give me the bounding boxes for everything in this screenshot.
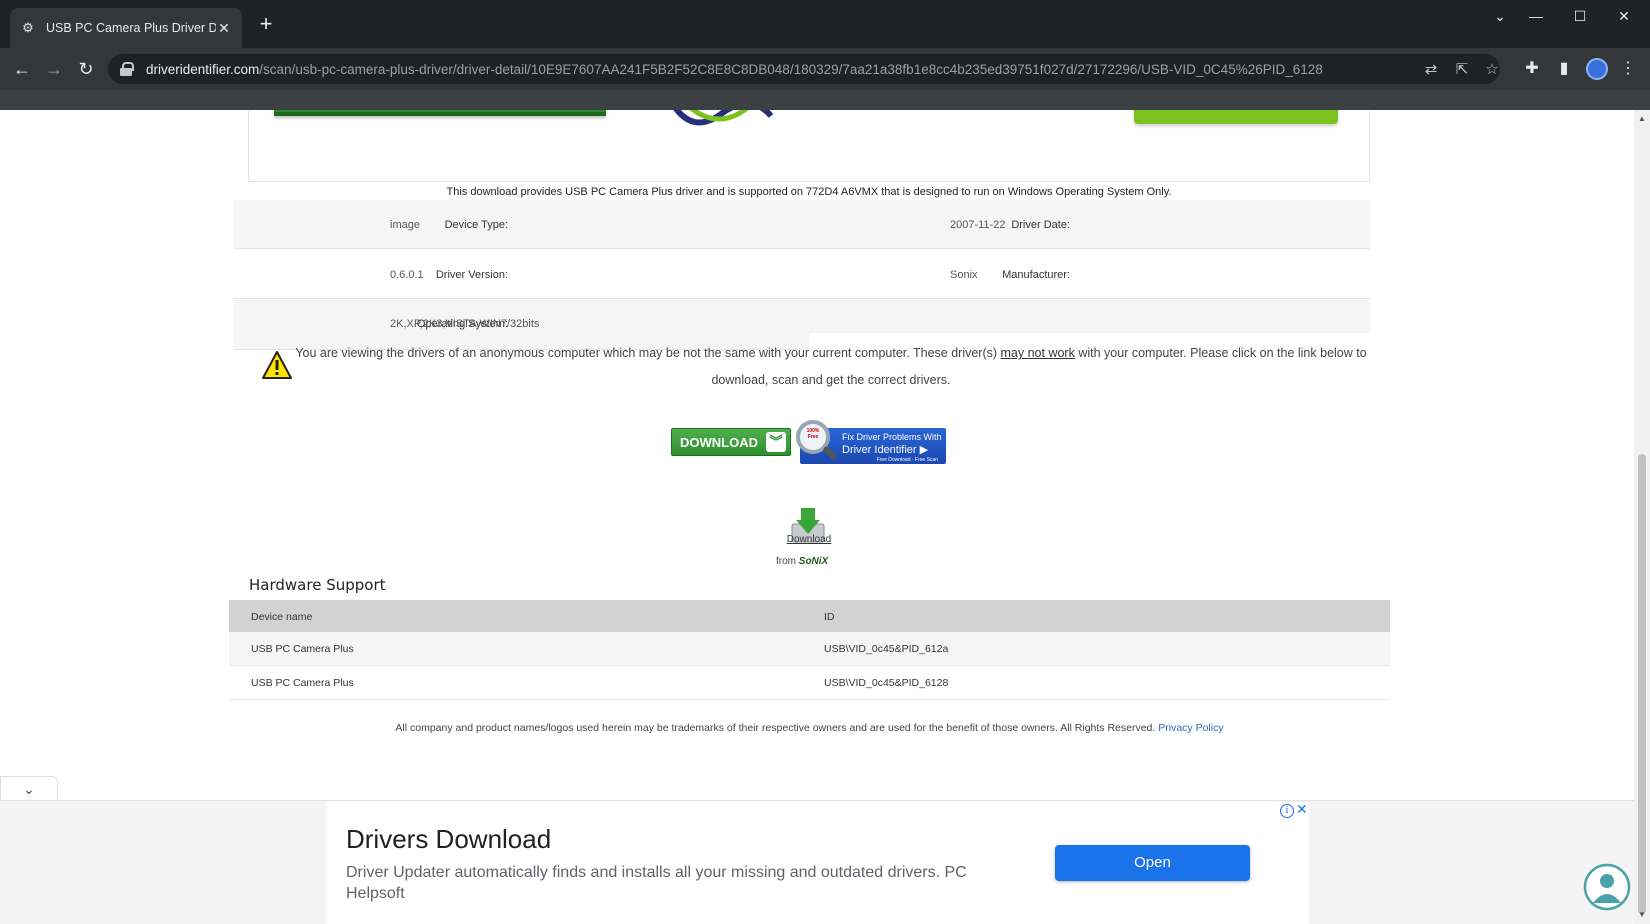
new-tab-icon[interactable]: +	[254, 12, 278, 36]
extensions-icon[interactable]: ✚	[1520, 57, 1544, 81]
sonix-logo: SoNiX	[798, 556, 829, 567]
from-sonix: from SoNiX	[776, 556, 829, 567]
download-button-label: DOWNLOAD	[680, 434, 758, 450]
ad-info-icon[interactable]: i	[1280, 804, 1294, 818]
col-device-name: Device name	[251, 611, 313, 623]
device-name-cell: USB PC Camera Plus	[251, 643, 354, 655]
translate-icon[interactable]: ⇄	[1421, 60, 1441, 78]
ad-close-icon[interactable]: ✕	[1296, 801, 1308, 818]
profile-avatar[interactable]	[1586, 58, 1608, 80]
device-id-cell: USB\VID_0c45&PID_612a	[824, 643, 949, 655]
device-name-cell: USB PC Camera Plus	[251, 677, 354, 689]
minimize-icon[interactable]: —	[1524, 8, 1548, 24]
banner-green-button[interactable]	[274, 110, 606, 116]
free-badge: 100% Free	[806, 428, 820, 440]
favicon-icon: ⚙	[22, 20, 34, 35]
maximize-icon[interactable]: ☐	[1568, 8, 1592, 25]
forward-icon[interactable]: →	[42, 57, 66, 81]
table-row: USB PC Camera Plus USB\VID_0c45&PID_612a	[229, 632, 1390, 666]
driver-version-value: 0.6.0.1	[390, 269, 424, 281]
os-value: 2K,XP,2K3,VISTA,WIN7/32bits	[390, 318, 540, 330]
device-id-cell: USB\VID_0c45&PID_6128	[824, 677, 949, 689]
spec-row-device-type: Device Type: image Driver Date: 2007-11-…	[234, 200, 1370, 249]
address-bar[interactable]: driveridentifier.com/scan/usb-pc-camera-…	[108, 54, 1500, 84]
fix-button-line2: Driver Identifier ▶	[842, 444, 929, 456]
share-icon[interactable]: ⇱	[1452, 60, 1472, 78]
privacy-policy-link[interactable]: Privacy Policy	[1158, 722, 1223, 734]
spec-row-os: Operating System: 2K,XP,2K3,VISTA,WIN7/3…	[234, 300, 1370, 333]
ad-open-button[interactable]: Open	[1055, 845, 1250, 881]
driver-date-value: 2007-11-22	[950, 219, 1006, 231]
col-id: ID	[824, 611, 835, 623]
chrome-divider	[0, 90, 1650, 110]
browser-toolbar: ← → ↻ driveridentifier.com/scan/usb-pc-c…	[0, 48, 1650, 90]
scroll-up-icon[interactable]: ▲	[1634, 114, 1650, 123]
tab-strip: ⚙ USB PC Camera Plus Driver Down ✕ + ⌄ —…	[0, 0, 1650, 48]
chevron-down-icon: ︾	[766, 432, 786, 452]
device-type-value: image	[390, 219, 420, 231]
logo-swoosh-icon	[673, 110, 774, 126]
download-box-label[interactable]: Download	[786, 534, 832, 545]
fix-button-line1: Fix Driver Problems With	[842, 432, 942, 442]
scroll-thumb[interactable]	[1638, 454, 1646, 914]
device-type-label: Device Type:	[444, 219, 508, 231]
url-text: driveridentifier.com/scan/usb-pc-camera-…	[146, 61, 1323, 77]
ad-title[interactable]: Drivers Download	[346, 824, 551, 855]
menu-kebab-icon[interactable]: ⋮	[1616, 57, 1640, 81]
lock-icon[interactable]	[120, 62, 134, 76]
tab-title: USB PC Camera Plus Driver Down	[46, 21, 216, 35]
tab-close-icon[interactable]: ✕	[216, 20, 232, 37]
footer-legal: All company and product names/logos used…	[395, 722, 1224, 734]
provides-text: This download provides USB PC Camera Plu…	[446, 186, 1172, 198]
scroll-down-icon[interactable]: ▼	[1634, 910, 1650, 919]
help-bubble-icon[interactable]	[1581, 863, 1633, 915]
warning-message: You are viewing the drivers of an anonym…	[295, 346, 1367, 387]
back-icon[interactable]: ←	[10, 57, 34, 81]
driver-version-label: Driver Version:	[435, 269, 508, 281]
bookmark-star-icon[interactable]: ☆	[1482, 60, 1502, 78]
ad-description: Driver Updater automatically finds and i…	[346, 864, 967, 902]
tab-search-icon[interactable]: ⌄	[1488, 8, 1512, 25]
manufacturer-label: Manufacturer:	[1002, 269, 1070, 281]
close-window-icon[interactable]: ✕	[1612, 8, 1636, 25]
driver-date-label: Driver Date:	[1011, 219, 1070, 231]
ad-collapse-chevron-icon[interactable]: ⌄	[0, 776, 58, 800]
fix-button-line3: Free Download · Free Scan	[876, 457, 938, 463]
may-not-work-link[interactable]: may not work	[1001, 346, 1075, 360]
download-button[interactable]: DOWNLOAD ︾	[671, 428, 791, 456]
hardware-table-header: Device name ID	[229, 600, 1390, 632]
table-row: USB PC Camera Plus USB\VID_0c45&PID_6128	[229, 666, 1390, 700]
page-scrollbar[interactable]: ▲ ▼	[1634, 110, 1650, 924]
manufacturer-value: Sonix	[950, 269, 978, 281]
reload-icon[interactable]: ↻	[74, 57, 98, 81]
hardware-support-title: Hardware Support	[249, 576, 386, 594]
spec-row-driver-version: Driver Version: 0.6.0.1 Manufacturer: So…	[234, 250, 1370, 299]
warning-icon	[262, 351, 292, 379]
active-tab[interactable]: ⚙ USB PC Camera Plus Driver Down ✕	[10, 8, 242, 48]
banner-download-button[interactable]	[1134, 110, 1338, 124]
side-panel-icon[interactable]: ▮	[1552, 57, 1576, 81]
